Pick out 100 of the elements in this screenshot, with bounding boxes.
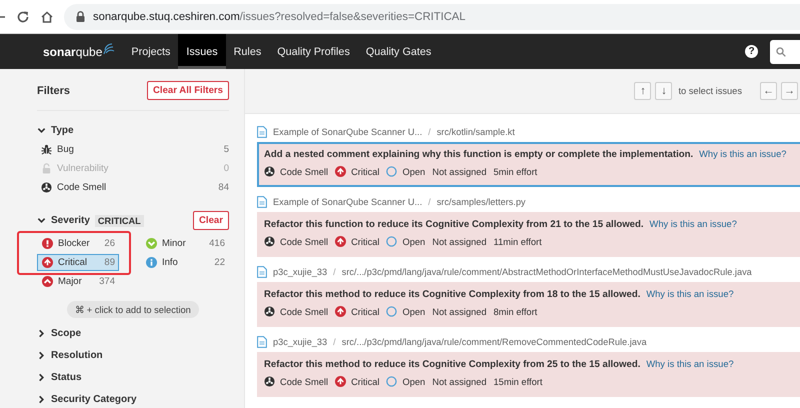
type-filter[interactable]: Bug 5 <box>37 140 229 159</box>
issue-type[interactable]: Code Smell <box>280 166 328 176</box>
file-path[interactable]: src/.../p3c/pmd/lang/java/rule/comment/AbstractMethodOrInterfaceMethodMustUseJavadocRule.java <box>342 267 752 277</box>
issue-assignee[interactable]: Not assigned <box>432 236 486 246</box>
issue-severity[interactable]: Critical <box>351 236 380 246</box>
issue-message[interactable]: Refactor this method to reduce its Cognitive Complexity from 25 to the 15 allowed. <box>264 359 640 370</box>
filters-heading: Filters <box>37 84 70 96</box>
code-smell-icon <box>264 166 275 177</box>
reload-icon[interactable] <box>16 10 30 24</box>
critical-severity-icon <box>335 236 346 247</box>
project-name[interactable]: p3c_xujie_33 <box>273 337 328 347</box>
file-path[interactable]: src/kotlin/sample.kt <box>436 127 515 137</box>
issue-assignee[interactable]: Not assigned <box>432 376 486 386</box>
lock-icon <box>76 11 85 22</box>
nav-tab[interactable]: Issues <box>178 34 226 69</box>
nav-tab[interactable]: Projects <box>123 34 178 69</box>
previous-issue-key[interactable]: ↑ <box>634 82 652 100</box>
path-separator: / <box>428 197 431 207</box>
code-smell-icon <box>264 376 275 387</box>
facet-header[interactable]: Status <box>37 366 229 388</box>
issue-card[interactable]: Add a nested comment explaining why this function is empty or complete the implementation. Why is this an issue? Code Smell Critical Open Not assigned 5min effort <box>257 142 800 187</box>
clear-all-filters-button[interactable]: Clear All Filters <box>146 81 229 100</box>
why-link[interactable]: Why is this an issue? <box>650 219 737 229</box>
sonarqube-logo[interactable]: sonarqube <box>43 34 116 69</box>
severity-facet-header[interactable]: Severity <box>37 215 90 226</box>
issue-status[interactable]: Open <box>402 306 426 316</box>
chevron-down-icon <box>37 126 46 135</box>
issue-type[interactable]: Code Smell <box>280 236 328 246</box>
info-severity-icon <box>146 257 157 268</box>
issue-card[interactable]: Refactor this method to reduce its Cognitive Complexity from 18 to the 15 allowed. Why is this an issue? Code Smell Critical Open Not assigned 8min effort <box>257 282 800 327</box>
issue-assignee[interactable]: Not assigned <box>432 166 486 176</box>
address-bar[interactable]: sonarqube.stuq.ceshiren.com/issues?resolved=false&severities=CRITICAL <box>64 4 800 30</box>
issue-status[interactable]: Open <box>402 236 426 246</box>
critical-severity-icon <box>42 257 53 268</box>
why-link[interactable]: Why is this an issue? <box>646 359 734 369</box>
chevron-right-icon <box>37 350 46 360</box>
forward-key[interactable]: → <box>781 82 798 100</box>
severity-filter[interactable]: Info 22 <box>141 254 229 271</box>
nav-tab[interactable]: Quality Gates <box>358 34 440 69</box>
critical-severity-icon <box>335 306 346 317</box>
issue-assignee[interactable]: Not assigned <box>432 306 486 316</box>
path-separator: / <box>428 127 431 137</box>
issue-status[interactable]: Open <box>402 376 426 386</box>
issue-status[interactable]: Open <box>402 166 426 176</box>
selection-hint: ⌘ + click to add to selection <box>67 301 199 318</box>
issue-message[interactable]: Add a nested comment explaining why this function is empty or complete the implementation. <box>264 149 694 160</box>
search-field[interactable] <box>770 40 800 64</box>
issue-type[interactable]: Code Smell <box>280 376 328 386</box>
lock-icon <box>41 163 52 174</box>
status-circle-icon <box>386 306 398 317</box>
chevron-down-icon <box>37 216 46 225</box>
issue-type[interactable]: Code Smell <box>280 306 328 316</box>
project-name[interactable]: p3c_xujie_33 <box>273 267 328 277</box>
type-facet-header[interactable]: Type <box>37 125 229 136</box>
severity-filter[interactable]: Critical 89 <box>37 254 119 271</box>
issue-effort: 5min effort <box>494 166 538 176</box>
type-filter[interactable]: Code Smell 84 <box>37 178 229 197</box>
facet-header[interactable]: Security Category <box>37 388 229 408</box>
help-button[interactable]: ? <box>745 45 758 58</box>
major-severity-icon <box>42 276 53 287</box>
chevron-right-icon <box>37 328 46 338</box>
bug-icon <box>41 144 52 155</box>
next-issue-key[interactable]: ↓ <box>655 82 672 100</box>
keyboard-hint: to select issues <box>678 86 742 96</box>
file-icon <box>257 336 267 348</box>
severity-filter[interactable]: Major 374 <box>37 273 119 290</box>
blocker-severity-icon <box>42 238 53 249</box>
critical-severity-icon <box>335 376 346 387</box>
issue-effort: 11min effort <box>494 236 542 246</box>
path-separator: / <box>333 337 336 347</box>
facet-header[interactable]: Resolution <box>37 344 229 366</box>
issue-message[interactable]: Refactor this method to reduce its Cognitive Complexity from 18 to the 15 allowed. <box>264 289 640 300</box>
issue-severity[interactable]: Critical <box>351 166 380 176</box>
why-link[interactable]: Why is this an issue? <box>699 149 786 159</box>
issue-severity[interactable]: Critical <box>351 306 380 316</box>
project-name[interactable]: Example of SonarQube Scanner U... <box>273 197 422 207</box>
nav-tab[interactable]: Rules <box>226 34 270 69</box>
clear-severity-button[interactable]: Clear <box>193 211 229 230</box>
issue-card[interactable]: Refactor this function to reduce its Cognitive Complexity from 21 to the 15 allowed. Why is this an issue? Code Smell Critical Open Not assigned 11min effort <box>257 212 800 257</box>
issue-effort: 15min effort <box>494 376 542 386</box>
file-icon <box>257 266 267 278</box>
critical-severity-icon <box>335 166 346 177</box>
facet-header[interactable]: Scope <box>37 322 229 344</box>
file-path[interactable]: src/.../p3c/pmd/lang/java/rule/comment/RemoveCommentedCodeRule.java <box>342 337 647 347</box>
home-icon[interactable] <box>40 10 54 24</box>
file-icon <box>257 196 267 208</box>
code-smell-icon <box>41 182 52 193</box>
file-path[interactable]: src/samples/letters.py <box>436 197 526 207</box>
severity-filter[interactable]: Minor 416 <box>141 235 229 252</box>
issue-card[interactable]: Refactor this method to reduce its Cognitive Complexity from 25 to the 15 allowed. Why is this an issue? Code Smell Critical Open Not assigned 15min effort <box>257 352 800 397</box>
project-name[interactable]: Example of SonarQube Scanner U... <box>273 127 422 137</box>
back-key[interactable]: ← <box>760 82 777 100</box>
issue-effort: 8min effort <box>494 306 538 316</box>
minor-severity-icon <box>146 238 157 249</box>
severity-filter[interactable]: Blocker 26 <box>37 235 119 252</box>
issue-message[interactable]: Refactor this function to reduce its Cognitive Complexity from 21 to the 15 allowed. <box>264 219 644 230</box>
why-link[interactable]: Why is this an issue? <box>646 289 734 299</box>
issue-severity[interactable]: Critical <box>351 376 380 386</box>
file-icon <box>257 126 267 138</box>
nav-tab[interactable]: Quality Profiles <box>269 34 358 69</box>
